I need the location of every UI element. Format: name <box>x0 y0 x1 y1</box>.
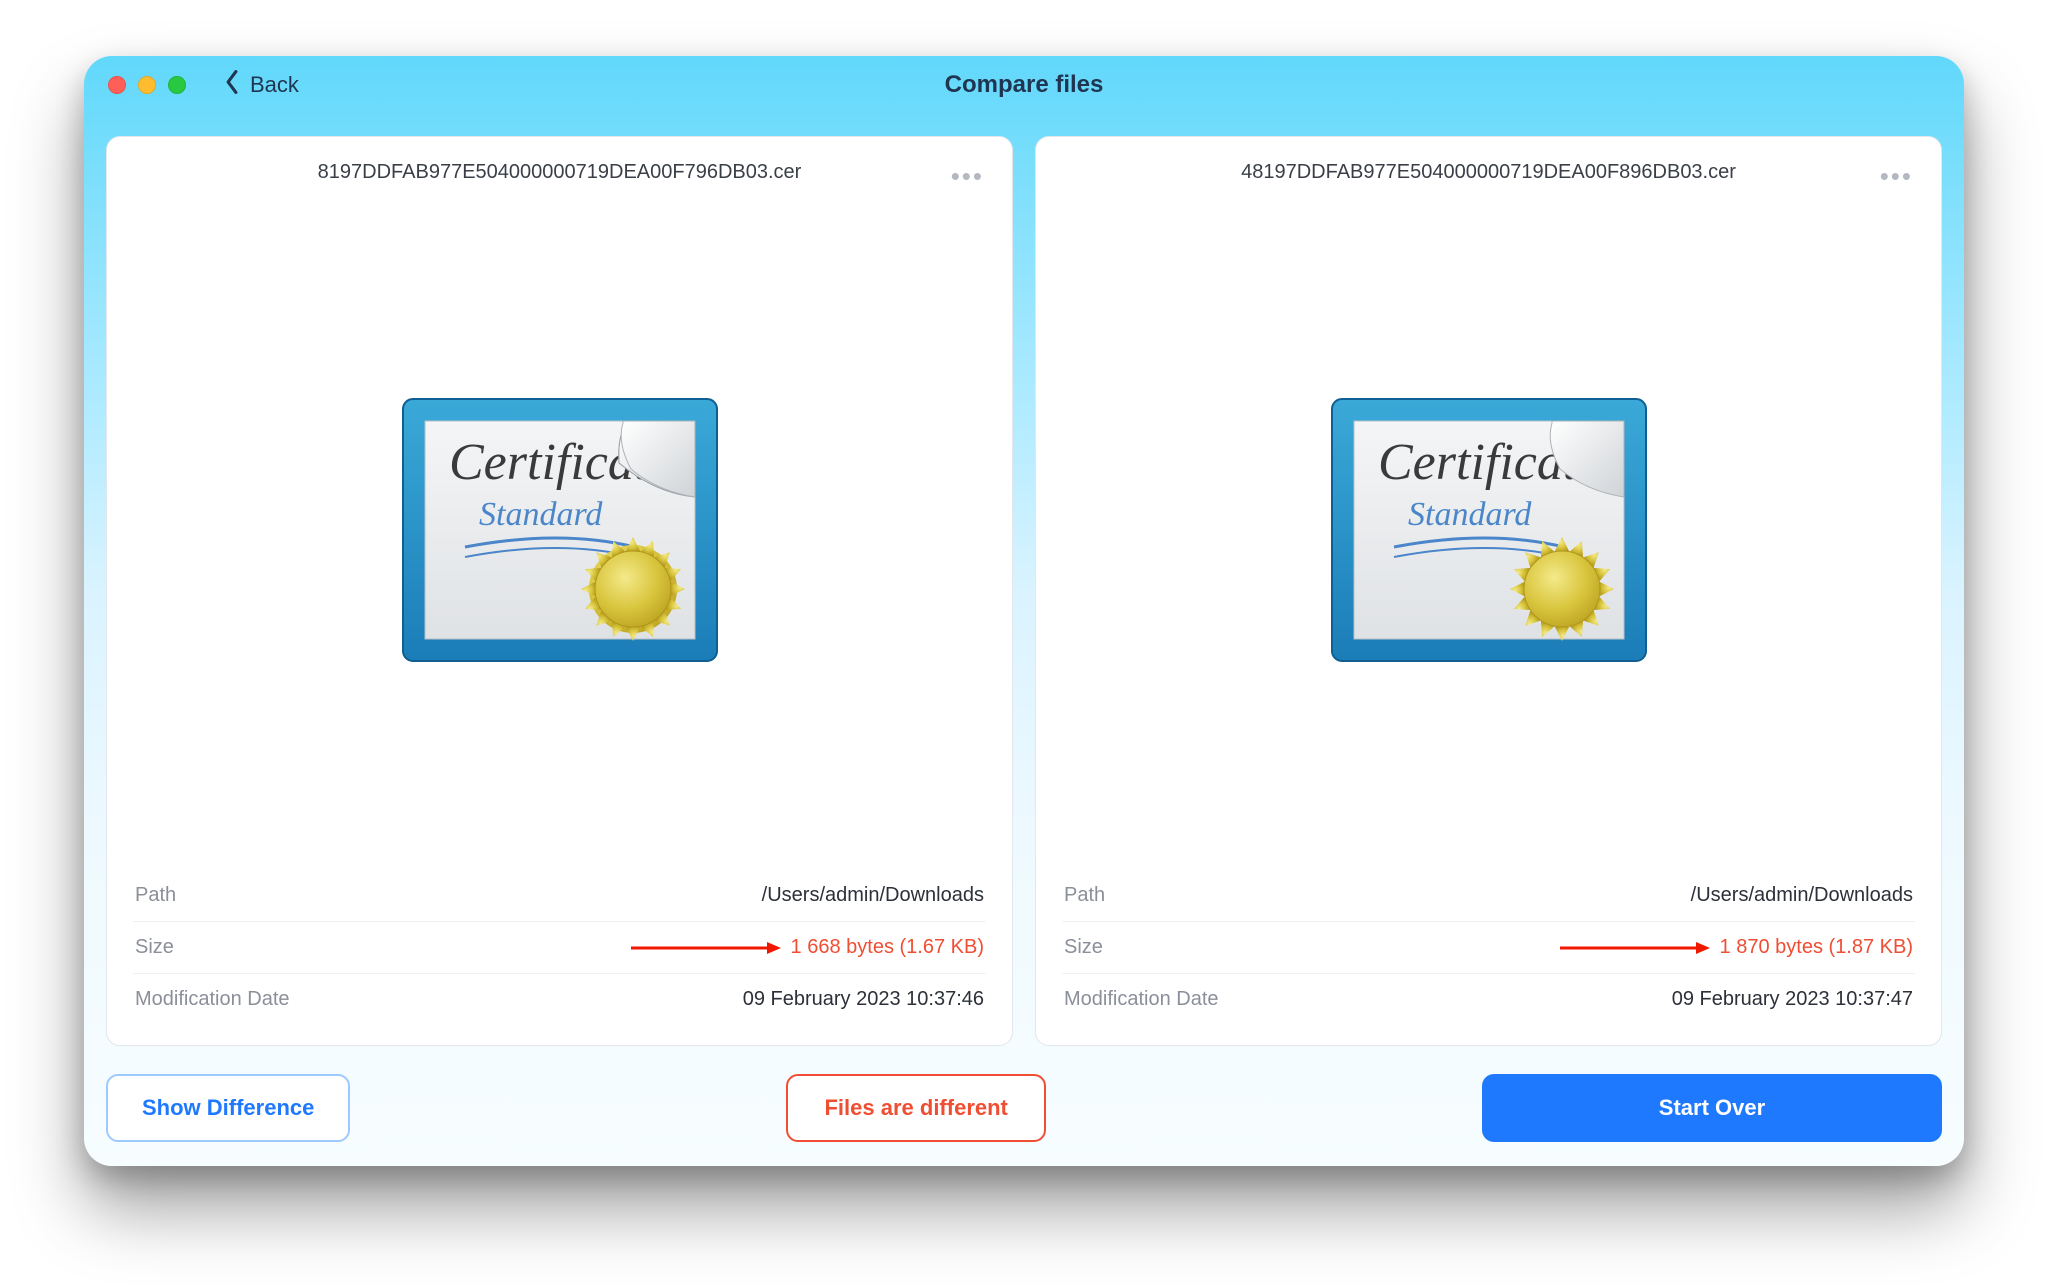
compare-cards: 8197DDFAB977E504000000719DEA00F796DB03.c… <box>106 136 1942 1046</box>
window-close-button[interactable] <box>108 76 126 94</box>
meta-row-size: Size 1 870 bytes (1.87 KB) <box>1062 921 1915 973</box>
back-label: Back <box>250 72 299 98</box>
file-name-left: 8197DDFAB977E504000000719DEA00F796DB03.c… <box>318 161 802 184</box>
file-card-right: 48197DDFAB977E504000000719DEA00F896DB03.… <box>1035 136 1942 1046</box>
meta-label-modified: Modification Date <box>135 988 290 1011</box>
meta-label-path: Path <box>1064 884 1105 907</box>
more-button-right[interactable]: ••• <box>1874 161 1919 191</box>
size-diff-indicator-left: 1 668 bytes (1.67 KB) <box>631 936 984 959</box>
meta-value-size-right: 1 870 bytes (1.87 KB) <box>1720 936 1913 959</box>
meta-value-path-left: /Users/admin/Downloads <box>762 884 984 907</box>
svg-text:Standard: Standard <box>479 496 603 533</box>
meta-row-modified: Modification Date 09 February 2023 10:37… <box>1062 973 1915 1025</box>
compare-status-label: Files are different <box>824 1095 1007 1121</box>
file-card-left: 8197DDFAB977E504000000719DEA00F796DB03.c… <box>106 136 1013 1046</box>
window-minimize-button[interactable] <box>138 76 156 94</box>
file-meta-right: Path /Users/admin/Downloads Size 1 870 b… <box>1062 870 1915 1025</box>
certificate-icon: Certificate Standard <box>395 379 725 679</box>
start-over-button[interactable]: Start Over <box>1482 1074 1942 1142</box>
meta-label-size: Size <box>135 936 174 959</box>
file-meta-left: Path /Users/admin/Downloads Size 1 668 b… <box>133 870 986 1025</box>
footer-actions: Show Difference Files are different Star… <box>106 1074 1942 1142</box>
meta-row-path: Path /Users/admin/Downloads <box>1062 870 1915 921</box>
app-window: Back Compare files 8197DDFAB977E50400000… <box>84 56 1964 1166</box>
meta-row-path: Path /Users/admin/Downloads <box>133 870 986 921</box>
traffic-lights <box>108 76 186 94</box>
file-preview-left: Certificate Standard <box>133 202 986 856</box>
start-over-label: Start Over <box>1659 1095 1765 1121</box>
titlebar: Back Compare files <box>84 56 1964 114</box>
more-button-left[interactable]: ••• <box>945 161 990 191</box>
arrow-right-icon <box>631 941 781 955</box>
meta-label-path: Path <box>135 884 176 907</box>
compare-status-badge: Files are different <box>786 1074 1046 1142</box>
show-difference-label: Show Difference <box>142 1095 314 1121</box>
chevron-left-icon <box>224 69 240 101</box>
content-area: 8197DDFAB977E504000000719DEA00F796DB03.c… <box>84 114 1964 1166</box>
meta-value-modified-left: 09 February 2023 10:37:46 <box>743 988 984 1011</box>
window-title: Compare files <box>84 71 1964 99</box>
meta-value-size-left: 1 668 bytes (1.67 KB) <box>791 936 984 959</box>
file-preview-right: Certificate Standard <box>1062 202 1915 856</box>
meta-label-size: Size <box>1064 936 1103 959</box>
meta-row-modified: Modification Date 09 February 2023 10:37… <box>133 973 986 1025</box>
meta-value-modified-right: 09 February 2023 10:37:47 <box>1672 988 1913 1011</box>
show-difference-button[interactable]: Show Difference <box>106 1074 350 1142</box>
svg-text:Standard: Standard <box>1408 496 1532 533</box>
meta-label-modified: Modification Date <box>1064 988 1219 1011</box>
file-name-right: 48197DDFAB977E504000000719DEA00F896DB03.… <box>1241 161 1736 184</box>
arrow-right-icon <box>1560 941 1710 955</box>
meta-row-size: Size 1 668 bytes (1.67 KB) <box>133 921 986 973</box>
meta-value-path-right: /Users/admin/Downloads <box>1691 884 1913 907</box>
back-button[interactable]: Back <box>214 63 309 107</box>
certificate-icon: Certificate Standard <box>1324 379 1654 679</box>
size-diff-indicator-right: 1 870 bytes (1.87 KB) <box>1560 936 1913 959</box>
window-zoom-button[interactable] <box>168 76 186 94</box>
